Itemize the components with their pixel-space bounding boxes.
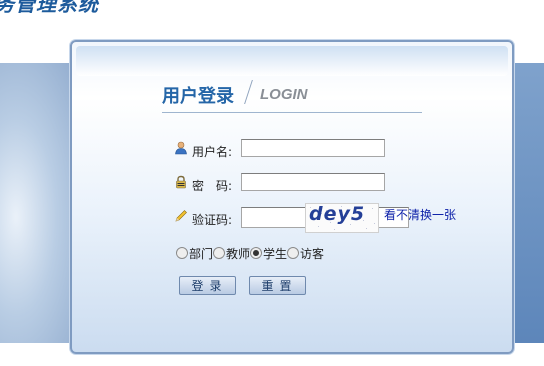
password-label: 密 码: [192,179,233,193]
user-icon [175,141,187,155]
role-label-visitor: 访客 [300,247,325,261]
captcha-image[interactable]: dey5 [305,203,379,233]
captcha-label: 验证码: [192,213,233,227]
login-title-cn: 用户登录 [162,86,234,107]
heading-divider [244,80,253,104]
lock-icon [176,175,186,189]
role-radio-department[interactable] [176,247,188,259]
username-label: 用户名: [192,145,233,159]
login-heading: 用户登录 LOGIN [162,80,422,113]
role-option-visitor[interactable]: 访客 [287,245,324,262]
background-decoration-left [0,63,80,343]
login-button[interactable]: 登录 [179,276,236,295]
login-title-en: LOGIN [260,86,308,103]
captcha-text: dey5 [309,203,366,225]
role-selector: 部门 教师 学生 访客 [176,245,324,262]
role-label-student: 学生 [263,247,288,261]
refresh-captcha-link[interactable]: 看不清换一张 [384,206,456,223]
role-option-student[interactable]: 学生 [250,245,287,262]
role-radio-visitor[interactable] [287,247,300,259]
role-label-department: 部门 [189,247,214,261]
role-radio-teacher[interactable] [213,247,226,259]
pencil-icon [175,210,187,222]
role-option-department[interactable]: 部门 [176,245,213,262]
role-option-teacher[interactable]: 教师 [213,245,250,262]
role-label-teacher: 教师 [226,247,251,261]
system-title: 务管理系统 [0,0,99,16]
username-input[interactable] [241,139,385,157]
password-input[interactable] [241,173,385,191]
reset-button[interactable]: 重置 [249,276,306,295]
role-radio-student[interactable] [250,247,263,259]
